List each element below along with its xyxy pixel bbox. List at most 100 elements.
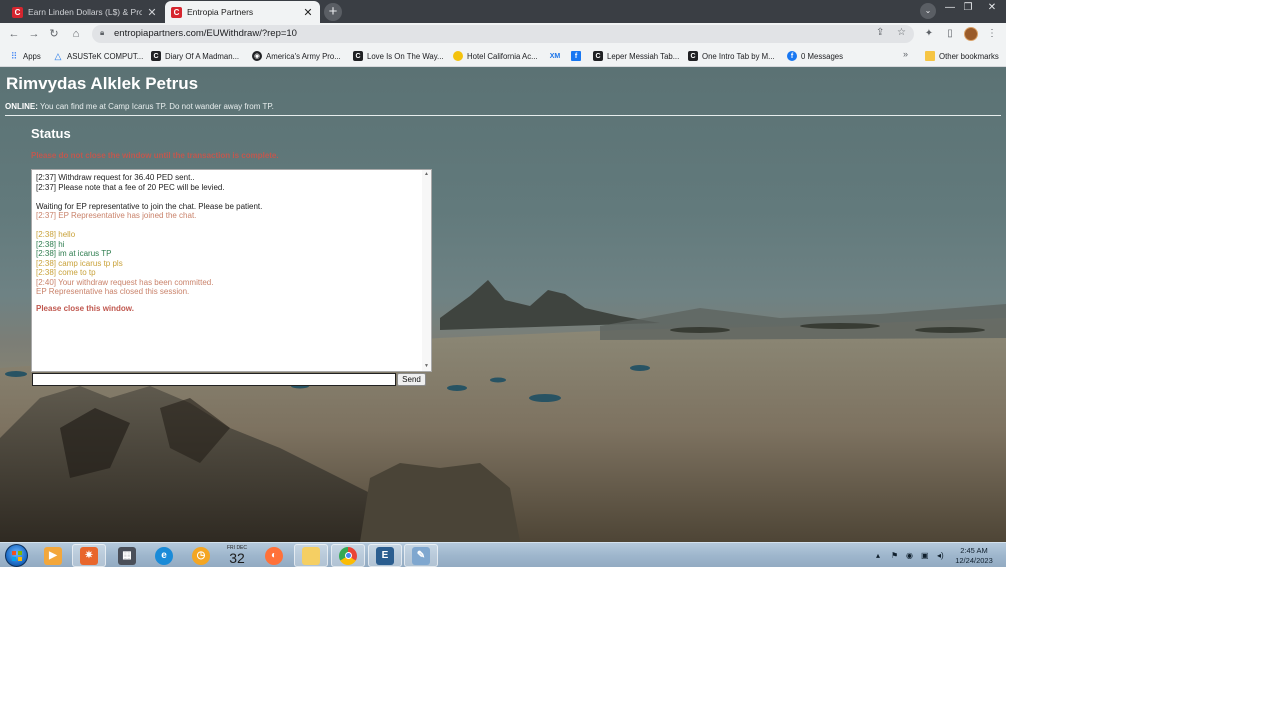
tab-search-chevron-icon[interactable]: ⌄ (920, 3, 936, 19)
profile-avatar[interactable] (964, 27, 978, 41)
restore-window-icon[interactable]: ❐ (959, 1, 977, 15)
bookmarks-bar: ⠿ Apps △ ASUSTeK COMPUT... C Diary Of A … (0, 45, 1006, 67)
chat-line: [2:37] EP Representative has joined the … (36, 211, 197, 220)
online-status: ONLINE: You can find me at Camp Icarus T… (5, 102, 274, 111)
system-clock[interactable]: 2:45 AM 12/24/2023 (949, 546, 999, 566)
new-tab-button[interactable]: + (324, 3, 342, 21)
bookmark-facebook[interactable]: f (571, 49, 585, 63)
taskbar-edge[interactable]: e (147, 544, 181, 567)
scroll-down-arrow-icon[interactable]: ▼ (422, 362, 431, 371)
chat-spacer (36, 192, 420, 202)
bookmark-label: Apps (23, 51, 41, 61)
xm-icon: XM (549, 52, 561, 60)
facebook-square-icon: f (571, 51, 581, 61)
close-window-message: Please close this window. (36, 303, 134, 313)
app-orange-icon: ✷ (80, 546, 98, 565)
bookmark-americas-army[interactable]: ◉ America's Army Pro... (252, 49, 341, 63)
taskbar-media-player[interactable]: ▶ (36, 544, 70, 567)
action-center-flag-icon[interactable]: ⚑ (891, 551, 898, 560)
chat-scrollbar[interactable]: ▲ ▼ (422, 170, 431, 371)
bookmark-label: One Intro Tab by M... (702, 51, 775, 61)
chat-line: [2:37] Please note that a fee of 20 PEC … (36, 182, 225, 192)
taskbar-calculator[interactable]: ▦ (110, 544, 144, 567)
chordify-icon: C (151, 51, 161, 61)
bookmark-apps[interactable]: ⠿ Apps (9, 49, 41, 63)
bookmark-leper-messiah[interactable]: C Leper Messiah Tab... (593, 49, 679, 63)
send-button[interactable]: Send (397, 373, 426, 386)
show-hidden-icons-icon[interactable]: ▴ (876, 551, 880, 560)
browser-tab-strip: C Earn Linden Dollars (L$) & Projec ✕ C … (0, 0, 1006, 23)
paint-icon: ✎ (412, 546, 430, 565)
clock-time: 2:45 AM (960, 546, 988, 555)
chat-messages: [2:37] Withdraw request for 36.40 PED se… (36, 173, 420, 313)
close-tab-icon[interactable]: ✕ (302, 6, 314, 19)
taskbar-entropia[interactable]: E (368, 544, 402, 567)
more-bookmarks-chevron-icon[interactable]: » (903, 49, 908, 59)
home-icon[interactable]: ⌂ (68, 26, 84, 42)
tab-entropia-partners[interactable]: C Entropia Partners ✕ (165, 1, 320, 23)
taskbar-app-orange[interactable]: ✷ (72, 544, 106, 567)
back-arrow-icon[interactable]: ← (6, 26, 22, 42)
lock-icon[interactable]: 🔒︎ (100, 28, 104, 38)
chat-line: [2:38] im at icarus TP (36, 249, 112, 258)
clock-date: 12/24/2023 (955, 556, 993, 565)
chat-line: [2:38] hi (36, 239, 65, 249)
chat-line: [2:38] hello (36, 230, 76, 239)
chordify-icon: C (688, 51, 698, 61)
chordify-icon: C (353, 51, 363, 61)
side-panel-icon[interactable]: ▯ (943, 27, 957, 41)
taskbar-file-explorer[interactable] (294, 544, 328, 567)
other-bookmarks[interactable]: Other bookmarks (925, 49, 999, 63)
address-bar[interactable]: 🔒︎ entropiapartners.com/EUWithdraw/?rep=… (92, 25, 914, 43)
chat-log[interactable]: [2:37] Withdraw request for 36.40 PED se… (31, 169, 432, 372)
media-player-icon: ▶ (44, 546, 62, 565)
bookmark-one-intro-tab[interactable]: C One Intro Tab by M... (688, 49, 775, 63)
other-bookmarks-label: Other bookmarks (939, 51, 999, 61)
chat-line: Waiting for EP representative to join th… (36, 201, 263, 211)
bookmark-messages[interactable]: f 0 Messages (787, 49, 843, 63)
network-icon[interactable]: ▣ (921, 551, 929, 560)
bookmark-star-icon[interactable]: ☆ (897, 27, 906, 38)
reload-icon[interactable]: ↻ (46, 26, 62, 42)
taskbar-calendar[interactable]: FRI DEC 32 (220, 544, 254, 567)
close-window-icon[interactable]: ✕ (983, 1, 1001, 15)
security-icon[interactable]: ◉ (906, 551, 913, 560)
minimize-window-icon[interactable]: — (941, 1, 959, 15)
taskbar-firefox[interactable]: ◐ (257, 544, 291, 567)
tab-earn-linden[interactable]: C Earn Linden Dollars (L$) & Projec ✕ (6, 1, 164, 23)
facebook-icon: f (787, 51, 797, 61)
taskbar-chrome[interactable] (331, 544, 365, 567)
bookmark-xm[interactable]: XM (550, 49, 564, 63)
bookmark-diary-of-a-madman[interactable]: C Diary Of A Madman... (151, 49, 239, 63)
bookmark-love-is-on-the-way[interactable]: C Love Is On The Way... (353, 49, 444, 63)
chordify-icon: C (593, 51, 603, 61)
divider (5, 115, 1001, 116)
scroll-up-arrow-icon[interactable]: ▲ (422, 170, 431, 179)
taskbar-brave[interactable]: ◷ (184, 544, 218, 567)
bookmark-label: Diary Of A Madman... (165, 51, 240, 61)
chat-line: EP Representative has closed this sessio… (36, 287, 190, 296)
folder-icon (925, 51, 935, 61)
tab-title: Entropia Partners (187, 7, 254, 17)
online-label: ONLINE: (5, 102, 38, 111)
bookmark-label: Leper Messiah Tab... (607, 51, 680, 61)
taskbar-paint[interactable]: ✎ (404, 544, 438, 567)
calendar-icon: FRI DEC 32 (226, 545, 248, 567)
extensions-puzzle-icon[interactable]: ✦ (922, 27, 936, 41)
apps-grid-icon: ⠿ (10, 50, 18, 61)
share-icon[interactable]: ⇪ (876, 27, 884, 38)
desktop-screen: C Earn Linden Dollars (L$) & Projec ✕ C … (0, 0, 1006, 567)
bookmark-label: 0 Messages (801, 51, 844, 61)
bookmark-hotel-california[interactable]: Hotel California Ac... (453, 49, 538, 63)
bookmark-asus[interactable]: △ ASUSTeK COMPUT... (53, 49, 144, 63)
chat-message-input[interactable] (32, 373, 396, 386)
forward-arrow-icon[interactable]: → (26, 26, 42, 42)
bookmark-label: Love Is On The Way... (367, 51, 444, 61)
url-text[interactable]: entropiapartners.com/EUWithdraw/?rep=10 (114, 28, 297, 39)
chrome-menu-icon[interactable]: ⋮ (985, 27, 999, 41)
chat-line: [2:37] Withdraw request for 36.40 PED se… (36, 173, 195, 182)
volume-icon[interactable]: ◂) (937, 551, 944, 560)
close-tab-icon[interactable]: ✕ (146, 6, 158, 19)
windows-taskbar: ▶ ✷ ▦ e ◷ FRI DEC 32 ◐ E ✎ ▴ ⚑ ◉ ▣ ◂) 2:… (0, 542, 1006, 567)
start-button[interactable] (5, 544, 28, 567)
